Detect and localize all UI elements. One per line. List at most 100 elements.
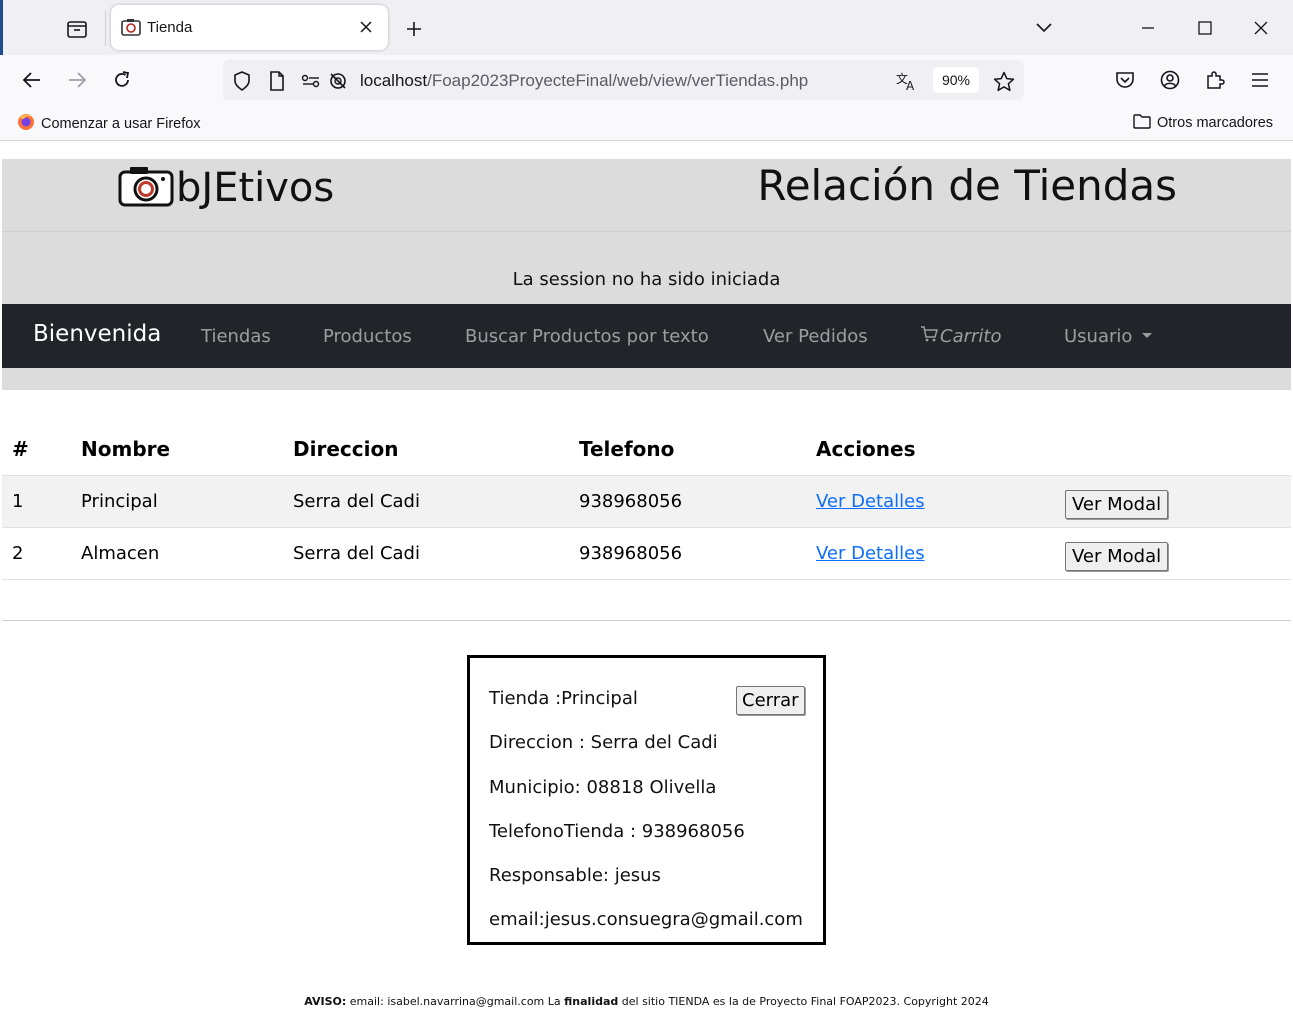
folder-icon xyxy=(1133,113,1151,133)
cell-telefono: 938968056 xyxy=(569,474,806,527)
site-logo[interactable]: bJEtivos xyxy=(118,165,334,211)
cell-num: 1 xyxy=(2,474,71,527)
cell-modal: Ver Modal xyxy=(1055,526,1291,580)
footer-text-1: email: isabel.navarrina@gmail.com La xyxy=(346,995,565,1008)
table-header-row: # Nombre Direccion Telefono Acciones xyxy=(2,423,1291,475)
tab-title: Tienda xyxy=(147,19,193,36)
footer-aviso-label: AVISO: xyxy=(304,995,347,1008)
other-bookmarks[interactable]: Otros marcadores xyxy=(1133,113,1273,133)
main-navbar: Bienvenida Tiendas Productos Buscar Prod… xyxy=(2,304,1291,368)
cell-acciones: Ver Detalles xyxy=(806,474,1055,527)
footer-notice: AVISO: email: isabel.navarrina@gmail.com… xyxy=(2,995,1291,1008)
minimize-icon[interactable] xyxy=(1134,14,1162,42)
modal-direccion: Direccion : Serra del Cadi xyxy=(489,732,718,753)
column-header-nombre: Nombre xyxy=(81,436,171,461)
column-header-telefono: Telefono xyxy=(579,436,675,461)
account-icon[interactable] xyxy=(1155,65,1185,95)
back-icon[interactable] xyxy=(17,65,47,95)
modal-email: email:jesus.consuegra@gmail.com xyxy=(489,909,803,930)
cell-direccion: Serra del Cadi xyxy=(283,474,569,527)
browser-toolbar: localhost/Foap2023ProyecteFinal/web/view… xyxy=(0,55,1293,105)
table-row: 2 Almacen Serra del Cadi 938968056 Ver D… xyxy=(2,526,1291,580)
bookmark-star-icon[interactable] xyxy=(993,70,1015,92)
session-banner: La session no ha sido iniciada xyxy=(2,232,1291,304)
tiendas-table: # Nombre Direccion Telefono Acciones 1 P… xyxy=(2,423,1291,580)
bookmarks-bar: Comenzar a usar Firefox Otros marcadores xyxy=(0,105,1293,141)
session-status: La session no ha sido iniciada xyxy=(512,269,781,290)
caret-down-icon xyxy=(1142,332,1153,338)
translate-icon[interactable]: 文A xyxy=(896,70,918,92)
ver-detalles-link[interactable]: Ver Detalles xyxy=(816,491,925,512)
ver-modal-button[interactable]: Ver Modal xyxy=(1065,541,1169,571)
zoom-level[interactable]: 90% xyxy=(933,67,979,93)
modal-telefono: TelefonoTienda : 938968056 xyxy=(489,821,745,842)
maximize-icon[interactable] xyxy=(1191,14,1219,42)
nav-link-tiendas[interactable]: Tiendas xyxy=(201,326,271,347)
page-content: bJEtivos Relación de Tiendas La session … xyxy=(2,141,1291,1028)
cell-nombre: Principal xyxy=(71,474,283,527)
close-tab-icon[interactable] xyxy=(354,15,378,39)
site-header: bJEtivos Relación de Tiendas xyxy=(2,159,1291,232)
shield-icon[interactable] xyxy=(231,70,253,92)
cell-num: 2 xyxy=(2,526,71,580)
ver-detalles-link[interactable]: Ver Detalles xyxy=(816,543,925,564)
cell-direccion: Serra del Cadi xyxy=(283,526,569,580)
nav-link-pedidos[interactable]: Ver Pedidos xyxy=(763,326,868,347)
tracking-blocked-icon[interactable] xyxy=(327,70,349,92)
firefox-logo-icon xyxy=(17,113,35,135)
menu-icon[interactable] xyxy=(1245,65,1275,95)
table-row: 1 Principal Serra del Cadi 938968056 Ver… xyxy=(2,474,1291,527)
cell-modal: Ver Modal xyxy=(1055,474,1291,527)
forward-icon[interactable] xyxy=(62,65,92,95)
cell-acciones: Ver Detalles xyxy=(806,526,1055,580)
column-header-direccion: Direccion xyxy=(293,436,399,461)
modal-tienda: Tienda :Principal xyxy=(489,688,638,709)
svg-text:A: A xyxy=(906,79,915,91)
browser-tab-bar: Tienda xyxy=(0,0,1293,55)
url-host: localhost xyxy=(360,71,428,90)
reload-icon[interactable] xyxy=(107,65,137,95)
active-tab[interactable]: Tienda xyxy=(111,5,388,50)
cart-icon xyxy=(920,326,938,347)
window-edge xyxy=(0,0,3,55)
column-header-empty xyxy=(1055,423,1291,475)
logo-text: bJEtivos xyxy=(176,165,335,211)
tienda-modal: Tienda :Principal Cerrar Direccion : Ser… xyxy=(467,655,826,945)
ver-modal-button[interactable]: Ver Modal xyxy=(1065,489,1169,519)
cell-nombre: Almacen xyxy=(71,526,283,580)
bookmark-getting-started[interactable]: Comenzar a usar Firefox xyxy=(17,113,201,135)
tab-separator xyxy=(105,10,106,46)
url-text[interactable]: localhost/Foap2023ProyecteFinal/web/view… xyxy=(360,71,808,91)
divider xyxy=(2,620,1291,621)
url-bar[interactable]: localhost/Foap2023ProyecteFinal/web/view… xyxy=(223,60,1024,100)
nav-dropdown-usuario[interactable]: Usuario xyxy=(1064,326,1153,347)
camera-logo-icon xyxy=(118,165,174,211)
nav-carrito-label: Carrito xyxy=(940,326,1002,347)
nav-link-buscar[interactable]: Buscar Productos por texto xyxy=(465,326,709,347)
page-title: Relación de Tiendas xyxy=(757,161,1177,210)
cerrar-button[interactable]: Cerrar xyxy=(736,686,805,715)
camera-favicon-icon xyxy=(121,18,141,40)
close-window-icon[interactable] xyxy=(1247,14,1275,42)
nav-usuario-label: Usuario xyxy=(1064,326,1133,347)
bookmark-label: Comenzar a usar Firefox xyxy=(41,116,201,132)
column-header-acciones: Acciones xyxy=(816,436,916,461)
nav-link-productos[interactable]: Productos xyxy=(323,326,412,347)
modal-municipio: Municipio: 08818 Olivella xyxy=(489,777,717,798)
url-path: /Foap2023ProyecteFinal/web/view/verTiend… xyxy=(427,71,809,90)
extensions-icon[interactable] xyxy=(1200,65,1230,95)
subnav-strip xyxy=(2,368,1291,390)
footer-text-2: del sitio TIENDA es la de Proyecto Final… xyxy=(618,995,989,1008)
column-header-num: # xyxy=(12,436,29,461)
page-icon[interactable] xyxy=(266,70,288,92)
footer-finalidad: finalidad xyxy=(564,995,619,1008)
permissions-icon[interactable] xyxy=(300,70,322,92)
nav-link-carrito[interactable]: Carrito xyxy=(920,326,1001,347)
navbar-brand[interactable]: Bienvenida xyxy=(33,321,161,347)
modal-responsable: Responsable: jesus xyxy=(489,865,661,886)
list-all-tabs-icon[interactable] xyxy=(1030,14,1058,42)
firefox-view-icon[interactable] xyxy=(60,12,94,46)
cell-telefono: 938968056 xyxy=(569,526,806,580)
new-tab-icon[interactable] xyxy=(401,16,427,42)
pocket-icon[interactable] xyxy=(1110,65,1140,95)
